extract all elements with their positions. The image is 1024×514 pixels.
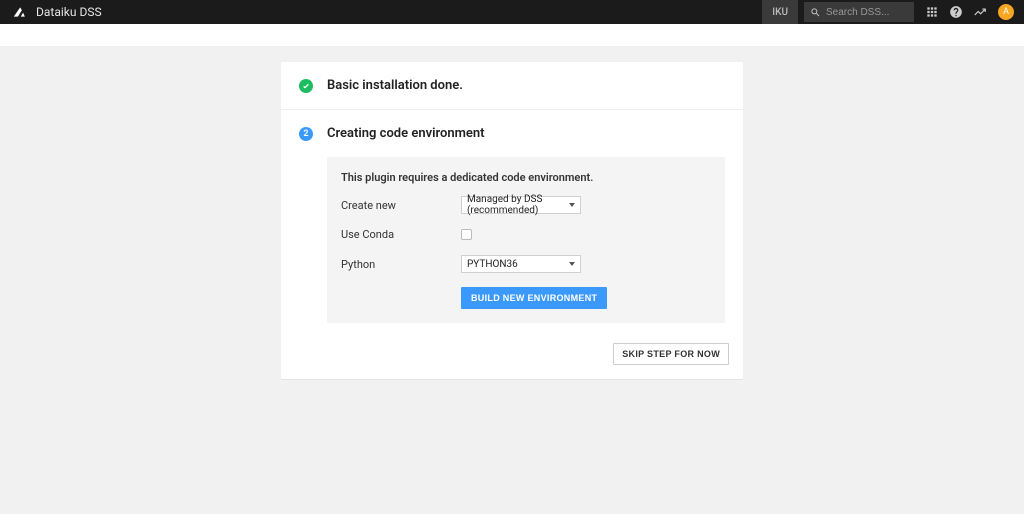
python-row: Python PYTHON36 — [341, 255, 711, 273]
app-title: Dataiku DSS — [36, 5, 102, 19]
step-done-title: Basic installation done. — [327, 78, 463, 93]
create-new-select[interactable]: Managed by DSS (recommended) — [461, 196, 581, 214]
use-conda-label: Use Conda — [341, 228, 461, 241]
build-button-row: BUILD NEW ENVIRONMENT — [461, 287, 711, 309]
skip-step-button[interactable]: SKIP STEP FOR NOW — [613, 343, 729, 365]
apps-grid-icon[interactable] — [920, 0, 944, 24]
sub-header — [0, 24, 1024, 46]
create-new-label: Create new — [341, 199, 461, 212]
page-content: Basic installation done. 2 Creating code… — [0, 46, 1024, 379]
app-header: Dataiku DSS IKU A — [0, 0, 1024, 24]
build-environment-button[interactable]: BUILD NEW ENVIRONMENT — [461, 287, 607, 309]
chevron-down-icon — [569, 203, 575, 207]
form-panel: This plugin requires a dedicated code en… — [327, 157, 725, 323]
create-new-value: Managed by DSS (recommended) — [467, 194, 569, 216]
avatar[interactable]: A — [998, 4, 1014, 20]
step-number-badge: 2 — [299, 127, 313, 141]
skip-row: SKIP STEP FOR NOW — [281, 337, 743, 379]
iku-badge[interactable]: IKU — [762, 0, 798, 24]
python-label: Python — [341, 258, 461, 271]
check-icon — [299, 79, 313, 93]
app-logo-icon — [12, 5, 26, 19]
search-icon — [810, 7, 821, 18]
help-icon[interactable] — [944, 0, 968, 24]
use-conda-row: Use Conda — [341, 228, 711, 241]
search-input[interactable] — [826, 7, 908, 18]
header-right: IKU A — [762, 0, 1024, 24]
activity-icon[interactable] — [968, 0, 992, 24]
python-select[interactable]: PYTHON36 — [461, 255, 581, 273]
create-new-row: Create new Managed by DSS (recommended) — [341, 196, 711, 214]
use-conda-checkbox[interactable] — [461, 229, 472, 240]
step-active-row: 2 Creating code environment — [281, 110, 743, 157]
search-container[interactable] — [804, 2, 914, 22]
chevron-down-icon — [569, 262, 575, 266]
step-done-row: Basic installation done. — [281, 62, 743, 110]
header-left: Dataiku DSS — [0, 5, 762, 19]
step-active-title: Creating code environment — [327, 126, 485, 141]
python-value: PYTHON36 — [467, 259, 518, 270]
install-card: Basic installation done. 2 Creating code… — [281, 62, 743, 379]
form-note: This plugin requires a dedicated code en… — [341, 171, 711, 184]
step-body: This plugin requires a dedicated code en… — [281, 157, 743, 337]
